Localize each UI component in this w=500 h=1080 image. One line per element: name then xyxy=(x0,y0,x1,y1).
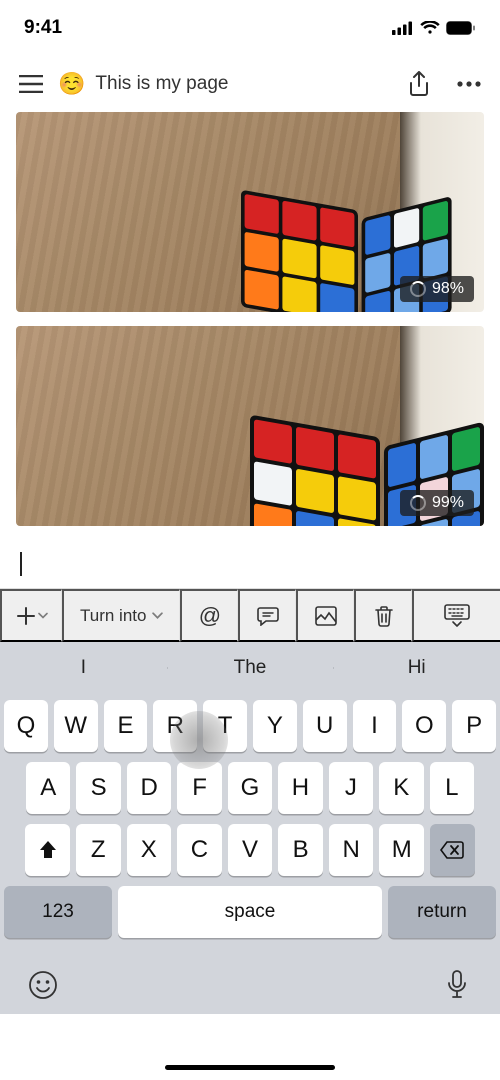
status-indicators xyxy=(392,21,476,35)
page-emoji: ☺️ xyxy=(58,71,85,97)
mention-button[interactable]: @ xyxy=(180,589,238,642)
keyboard-row: Q W E R T Y U I O P xyxy=(4,700,496,752)
image-block[interactable]: 98% xyxy=(16,112,484,312)
page-content: 98% 99% xyxy=(0,112,500,540)
suggestion[interactable]: The xyxy=(167,657,334,679)
turn-into-label: Turn into xyxy=(80,606,146,626)
key-s[interactable]: S xyxy=(76,762,120,814)
menu-button[interactable] xyxy=(16,69,46,99)
spinner-icon xyxy=(410,495,426,511)
key-w[interactable]: W xyxy=(54,700,98,752)
header-actions xyxy=(404,69,484,99)
cellular-icon xyxy=(392,21,414,35)
dictation-button[interactable] xyxy=(442,970,472,1000)
emoji-icon xyxy=(28,970,58,1000)
key-u[interactable]: U xyxy=(303,700,347,752)
comment-button[interactable] xyxy=(238,589,296,642)
key-d[interactable]: D xyxy=(127,762,171,814)
image-icon xyxy=(315,606,337,626)
editor-toolbar: Turn into @ xyxy=(0,588,500,642)
share-icon xyxy=(408,71,430,97)
keyboard-dismiss-icon xyxy=(444,604,470,628)
upload-progress-text: 98% xyxy=(432,280,464,298)
key-k[interactable]: K xyxy=(379,762,423,814)
key-x[interactable]: X xyxy=(127,824,172,876)
image-block[interactable]: 99% xyxy=(16,326,484,526)
upload-progress-badge: 99% xyxy=(400,490,474,516)
add-block-button[interactable] xyxy=(0,589,62,642)
key-g[interactable]: G xyxy=(228,762,272,814)
turn-into-button[interactable]: Turn into xyxy=(62,589,180,642)
trash-icon xyxy=(374,605,394,627)
key-a[interactable]: A xyxy=(26,762,70,814)
key-z[interactable]: Z xyxy=(76,824,121,876)
page-title-container[interactable]: ☺️ This is my page xyxy=(58,71,392,97)
chevron-down-icon xyxy=(38,612,48,619)
key-space[interactable]: space xyxy=(118,886,382,938)
keyboard-row: 123 space return xyxy=(4,886,496,938)
dismiss-keyboard-button[interactable] xyxy=(412,589,500,642)
key-y[interactable]: Y xyxy=(253,700,297,752)
battery-icon xyxy=(446,21,476,35)
emoji-button[interactable] xyxy=(28,970,58,1000)
key-e[interactable]: E xyxy=(104,700,148,752)
page-header: ☺️ This is my page xyxy=(0,56,500,112)
key-i[interactable]: I xyxy=(353,700,397,752)
key-h[interactable]: H xyxy=(278,762,322,814)
key-backspace[interactable] xyxy=(430,824,475,876)
key-v[interactable]: V xyxy=(228,824,273,876)
at-icon: @ xyxy=(199,603,221,629)
upload-progress-badge: 98% xyxy=(400,276,474,302)
key-r[interactable]: R xyxy=(153,700,197,752)
status-bar: 9:41 xyxy=(0,0,500,56)
key-l[interactable]: L xyxy=(430,762,474,814)
key-q[interactable]: Q xyxy=(4,700,48,752)
key-f[interactable]: F xyxy=(177,762,221,814)
key-shift[interactable] xyxy=(25,824,70,876)
more-button[interactable] xyxy=(454,69,484,99)
microphone-icon xyxy=(447,970,467,1000)
more-horizontal-icon xyxy=(457,81,481,87)
spinner-icon xyxy=(410,281,426,297)
key-numeric[interactable]: 123 xyxy=(4,886,112,938)
backspace-icon xyxy=(439,840,465,860)
key-p[interactable]: P xyxy=(452,700,496,752)
key-return[interactable]: return xyxy=(388,886,496,938)
key-t[interactable]: T xyxy=(203,700,247,752)
image-button[interactable] xyxy=(296,589,354,642)
plus-icon xyxy=(16,606,36,626)
comment-icon xyxy=(257,606,279,626)
suggestion[interactable]: I xyxy=(0,657,167,679)
shift-icon xyxy=(37,839,59,861)
text-input-line[interactable] xyxy=(16,548,484,582)
wifi-icon xyxy=(420,21,440,35)
key-c[interactable]: C xyxy=(177,824,222,876)
keyboard-row: Z X C V B N M xyxy=(4,824,496,876)
suggestion[interactable]: Hi xyxy=(333,657,500,679)
keyboard-suggestions: I The Hi xyxy=(0,642,500,694)
key-j[interactable]: J xyxy=(329,762,373,814)
key-n[interactable]: N xyxy=(329,824,374,876)
home-indicator xyxy=(165,1065,335,1070)
page-title-text: This is my page xyxy=(95,73,228,95)
hamburger-icon xyxy=(19,75,43,93)
key-b[interactable]: B xyxy=(278,824,323,876)
chevron-down-icon xyxy=(152,612,163,619)
keyboard-bottom-row xyxy=(0,956,500,1014)
text-cursor xyxy=(20,552,22,576)
key-o[interactable]: O xyxy=(402,700,446,752)
share-button[interactable] xyxy=(404,69,434,99)
keyboard-row: A S D F G H J K L xyxy=(4,762,496,814)
upload-progress-text: 99% xyxy=(432,494,464,512)
key-m[interactable]: M xyxy=(379,824,424,876)
keyboard: Q W E R T Y U I O P A S D F G H J K L Z … xyxy=(0,694,500,956)
delete-button[interactable] xyxy=(354,589,412,642)
status-time: 9:41 xyxy=(24,17,62,39)
